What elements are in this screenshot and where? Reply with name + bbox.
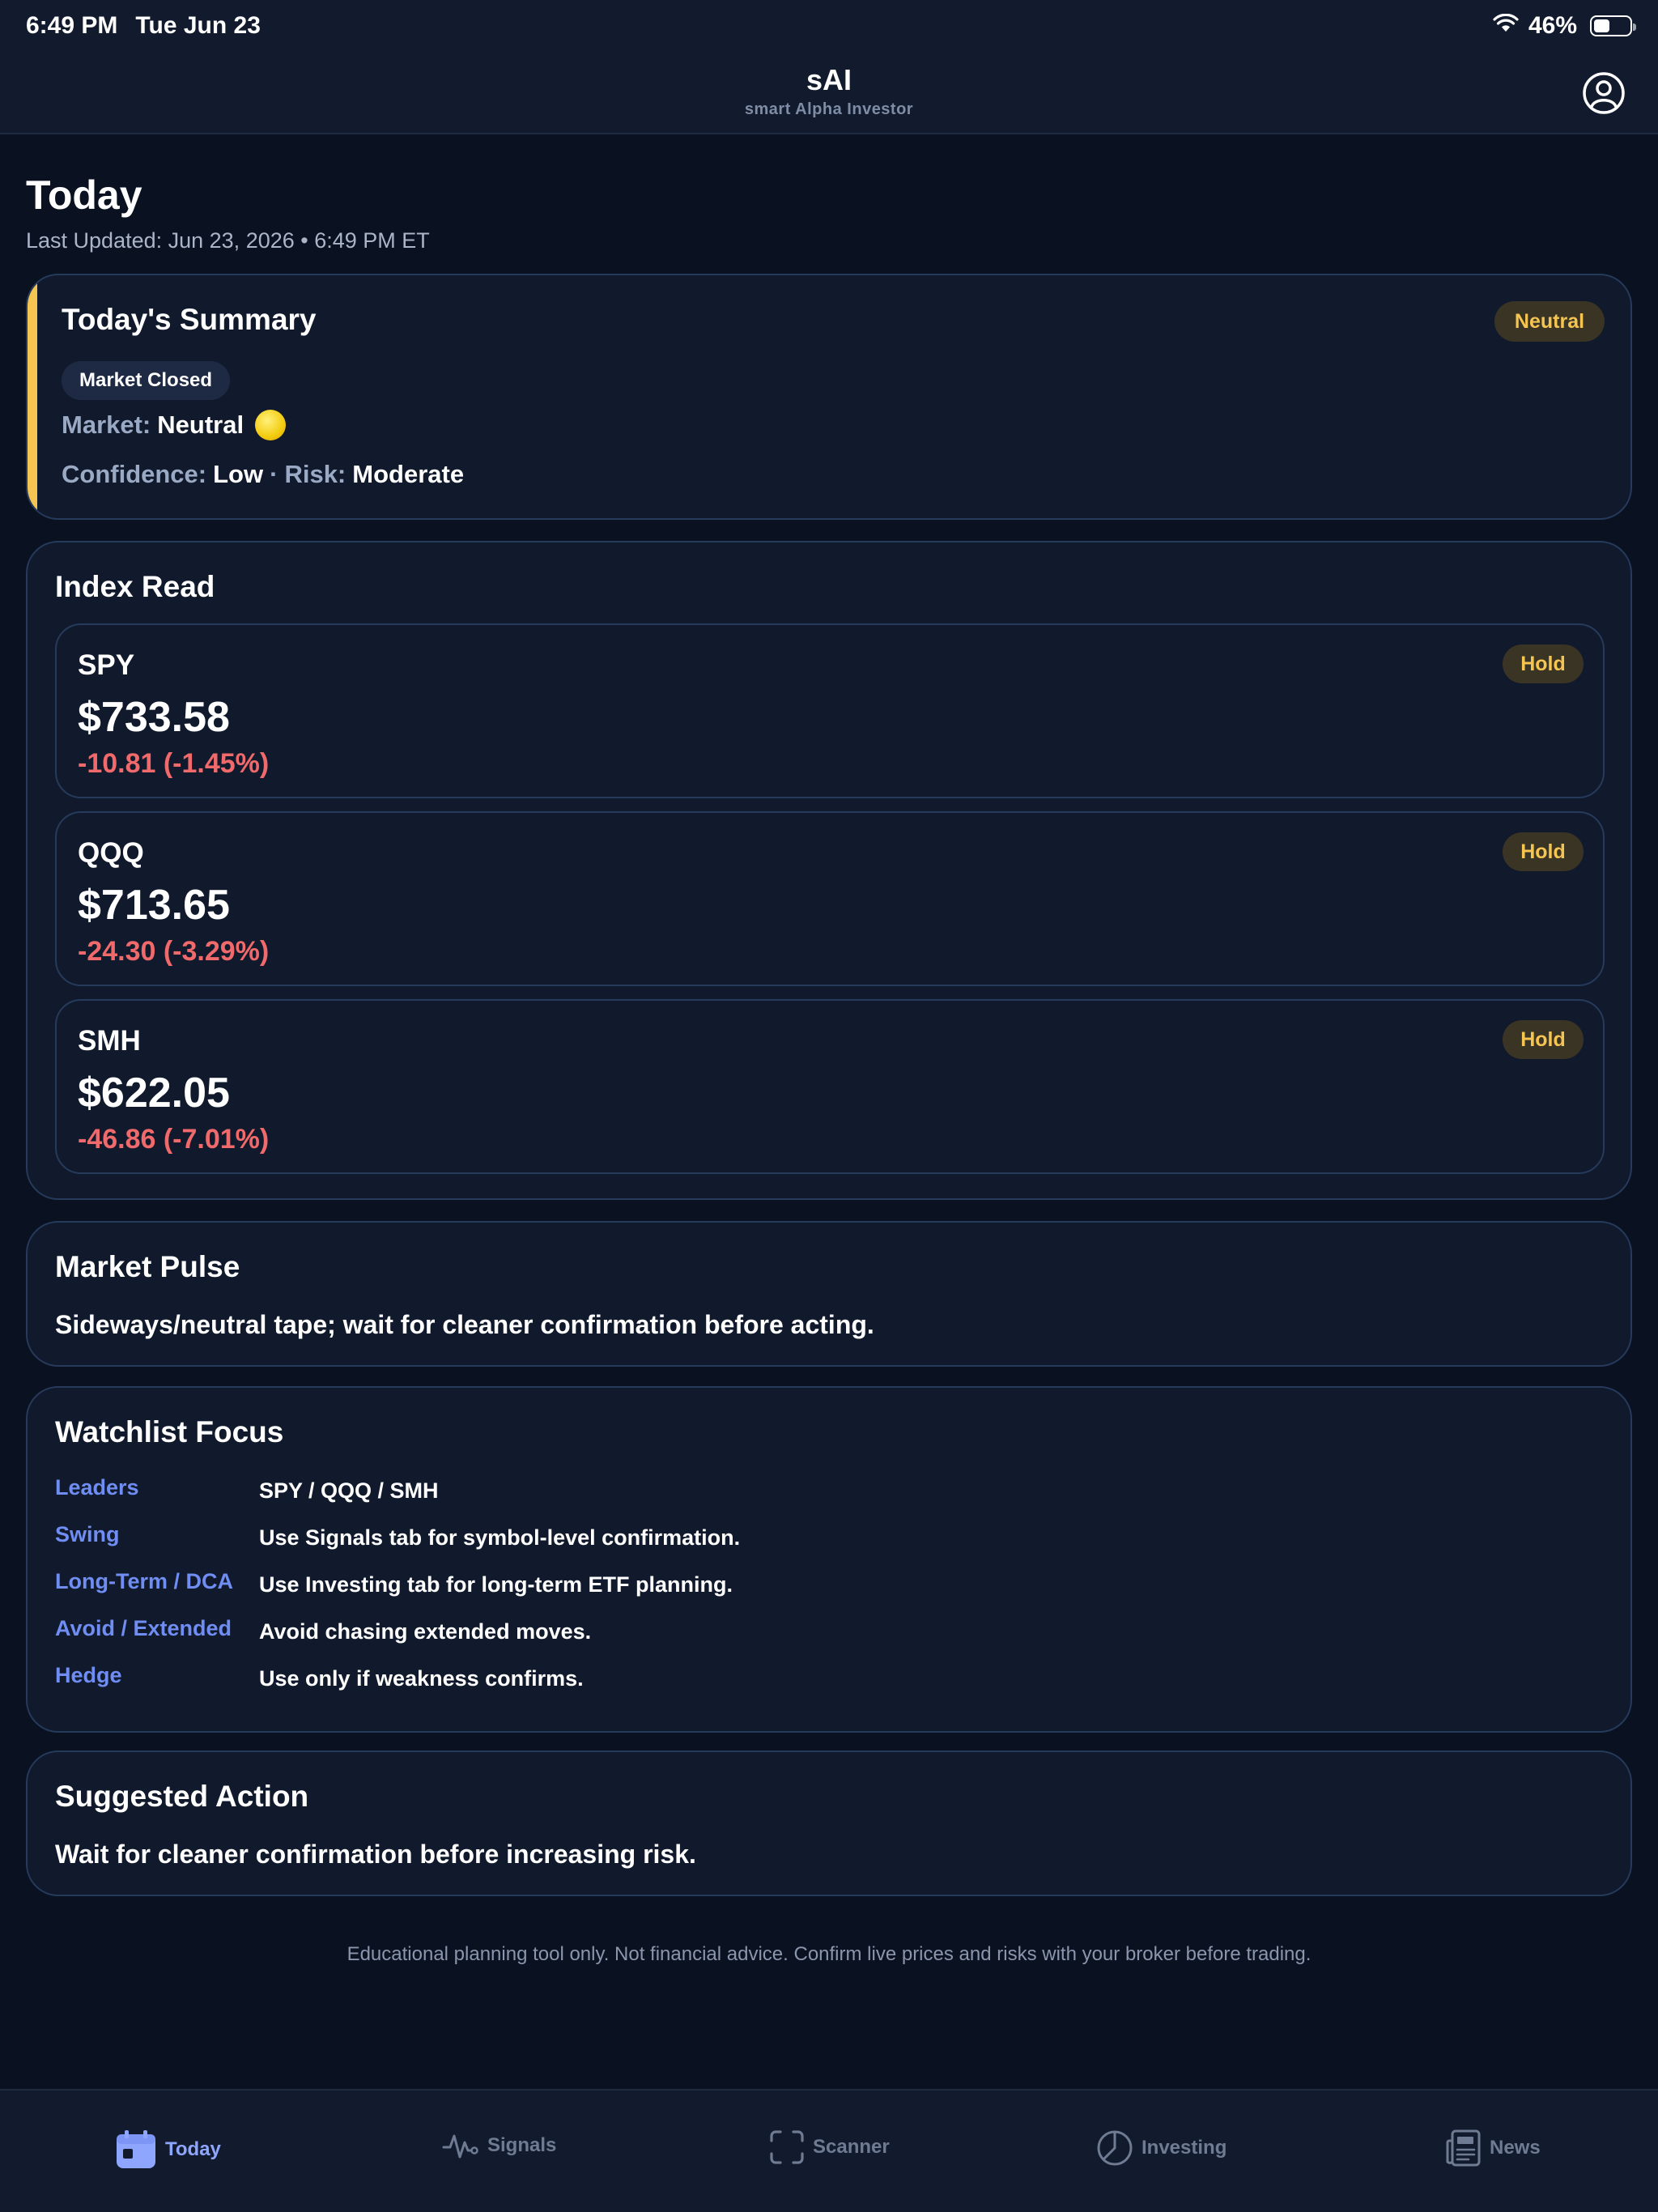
ticker-change: -10.81 (-1.45%) — [78, 748, 270, 779]
tab-investing[interactable]: Investing — [1096, 2129, 1226, 2167]
battery-icon — [1590, 15, 1636, 36]
summary-card: Today's Summary Neutral Market Closed Ma… — [26, 274, 1632, 520]
watchlist-focus-card: Watchlist Focus Leaders SPY / QQQ / SMH … — [26, 1386, 1632, 1733]
watchlist-key: Leaders — [55, 1475, 139, 1499]
disclaimer: Educational planning tool only. Not fina… — [346, 1943, 1312, 1965]
battery-percent: 46% — [1528, 12, 1577, 39]
ticker-price: $713.65 — [78, 882, 230, 929]
risk-label: Risk: — [284, 460, 346, 488]
tab-scanner[interactable]: Scanner — [769, 2129, 890, 2165]
watchlist-row: Avoid / Extended Avoid chasing extended … — [55, 1616, 1593, 1648]
app-title: sAI — [806, 63, 852, 96]
pulse-icon — [442, 2134, 478, 2159]
confidence-value: Low — [213, 460, 264, 488]
watchlist-value: Avoid chasing extended moves. — [259, 1619, 592, 1644]
page-title: Today — [26, 172, 142, 218]
market-label: Market: — [62, 410, 151, 439]
last-updated: Last Updated: Jun 23, 2026 • 6:49 PM ET — [26, 228, 430, 253]
risk-value: Moderate — [352, 460, 465, 488]
suggested-action-title: Suggested Action — [55, 1780, 309, 1813]
summary-title: Today's Summary — [62, 303, 317, 336]
market-value: Neutral — [157, 410, 244, 439]
tab-label: Signals — [487, 2134, 557, 2156]
separator-dot: · — [270, 460, 278, 488]
hold-badge: Hold — [1503, 832, 1584, 871]
ticker-price: $733.58 — [78, 694, 230, 741]
ticker-symbol: QQQ — [78, 837, 144, 869]
hold-badge: Hold — [1503, 1020, 1584, 1059]
status-bar: 6:49 PM Tue Jun 23 46% — [0, 0, 1658, 52]
yellow-circle-icon — [255, 410, 287, 440]
person-circle-icon — [1583, 72, 1625, 114]
market-pulse-card: Market Pulse Sideways/neutral tape; wait… — [26, 1221, 1632, 1367]
tab-bar: Today Signals Scanner Investing News — [0, 2089, 1658, 2212]
watchlist-key: Long-Term / DCA — [55, 1569, 233, 1593]
status-date: Tue Jun 23 — [135, 12, 261, 39]
watchlist-value: Use Investing tab for long-term ETF plan… — [259, 1572, 733, 1597]
profile-button[interactable] — [1582, 71, 1626, 115]
watchlist-row: Long-Term / DCA Use Investing tab for lo… — [55, 1569, 1593, 1602]
watchlist-key: Swing — [55, 1522, 120, 1546]
sentiment-badge: Neutral — [1494, 301, 1605, 342]
tab-news[interactable]: News — [1446, 2129, 1541, 2167]
tab-label: Scanner — [813, 2136, 890, 2158]
tab-signals[interactable]: Signals — [442, 2129, 556, 2162]
watchlist-value: Use only if weakness confirms. — [259, 1666, 584, 1691]
ticker-card-smh[interactable]: SMH $622.05 -46.86 (-7.01%) Hold — [55, 999, 1605, 1174]
app-subtitle: smart Alpha Investor — [744, 100, 914, 118]
wifi-icon — [1493, 12, 1519, 40]
watchlist-row: Hedge Use only if weakness confirms. — [55, 1663, 1593, 1695]
tab-label: News — [1490, 2137, 1541, 2159]
ticker-change: -46.86 (-7.01%) — [78, 1124, 270, 1155]
hold-badge: Hold — [1503, 644, 1584, 683]
market-status-badge: Market Closed — [62, 361, 231, 400]
market-line: Market: Neutral — [62, 410, 287, 440]
watchlist-row: Leaders SPY / QQQ / SMH — [55, 1475, 1593, 1508]
scanner-icon — [770, 2130, 804, 2164]
market-pulse-title: Market Pulse — [55, 1250, 240, 1283]
suggested-action-text: Wait for cleaner confirmation before inc… — [55, 1840, 696, 1869]
suggested-action-card: Suggested Action Wait for cleaner confir… — [26, 1750, 1632, 1896]
ticker-symbol: SPY — [78, 649, 135, 681]
summary-accent-bar — [28, 275, 37, 518]
tab-label: Investing — [1141, 2137, 1227, 2159]
index-read-card: Index Read SPY $733.58 -10.81 (-1.45%) H… — [26, 541, 1632, 1200]
watchlist-value: Use Signals tab for symbol-level confirm… — [259, 1525, 741, 1550]
ticker-symbol: SMH — [78, 1025, 141, 1057]
watchlist-value: SPY / QQQ / SMH — [259, 1478, 439, 1503]
tab-today[interactable]: Today — [115, 2129, 221, 2170]
watchlist-key: Avoid / Extended — [55, 1616, 232, 1640]
app-header: sAI smart Alpha Investor — [0, 52, 1658, 134]
watchlist-key: Hedge — [55, 1663, 122, 1687]
market-pulse-text: Sideways/neutral tape; wait for cleaner … — [55, 1310, 874, 1339]
ticker-card-spy[interactable]: SPY $733.58 -10.81 (-1.45%) Hold — [55, 623, 1605, 798]
confidence-line: Confidence: Low · Risk: Moderate — [62, 460, 464, 489]
ticker-card-qqq[interactable]: QQQ $713.65 -24.30 (-3.29%) Hold — [55, 811, 1605, 986]
ticker-price: $622.05 — [78, 1070, 230, 1117]
ticker-change: -24.30 (-3.29%) — [78, 936, 270, 967]
watchlist-title: Watchlist Focus — [55, 1415, 284, 1448]
tab-label: Today — [165, 2138, 221, 2160]
watchlist-row: Swing Use Signals tab for symbol-level c… — [55, 1522, 1593, 1555]
newspaper-icon — [1446, 2129, 1481, 2167]
status-time: 6:49 PM — [26, 12, 118, 39]
calendar-icon — [117, 2130, 155, 2168]
confidence-label: Confidence: — [62, 460, 207, 488]
index-read-title: Index Read — [55, 570, 215, 603]
pie-chart-icon — [1097, 2130, 1133, 2166]
